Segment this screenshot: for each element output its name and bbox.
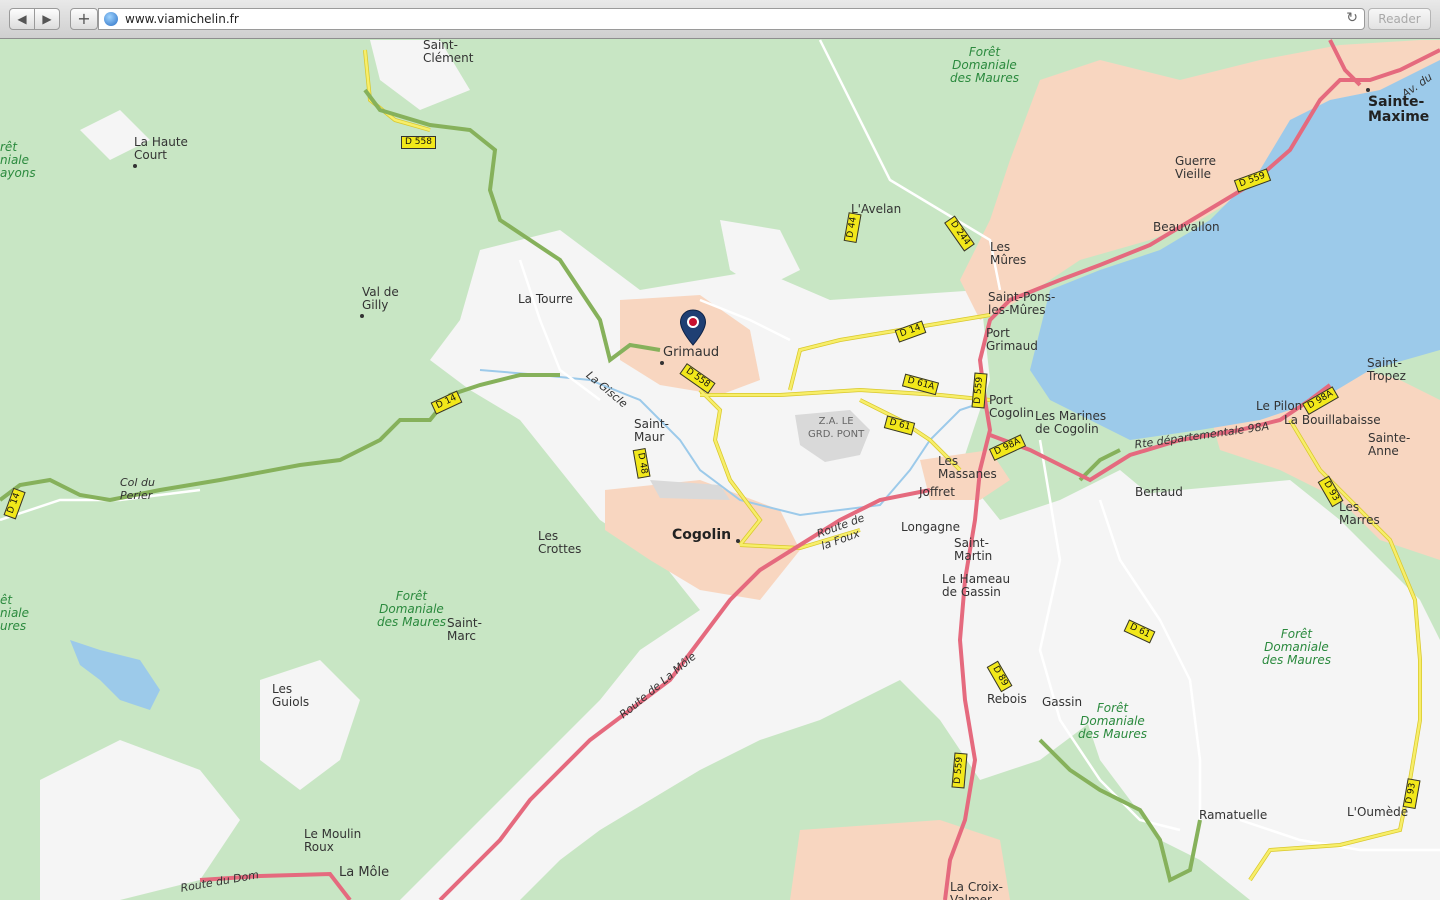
place-label: Joffret [919, 485, 955, 499]
place-label: L'Oumède [1347, 805, 1409, 819]
place-label: Les Massanes [938, 454, 997, 481]
reader-button[interactable]: Reader [1368, 8, 1431, 30]
site-favicon-icon [104, 12, 118, 26]
place-label: Les Mûres [990, 240, 1027, 267]
place-label: Les Marines de Cogolin [1035, 409, 1107, 436]
place-label: Ramatuelle [1199, 808, 1268, 822]
place-label: Les Marres [1339, 500, 1380, 527]
place-label: Saint-Pons- les-Mûres [988, 290, 1056, 317]
place-label: Le Moulin Roux [304, 827, 362, 854]
forest-label: Forêt Domaniale des Maures [1262, 627, 1331, 667]
place-label: Gassin [1042, 695, 1083, 709]
place-label: Val de Gilly [362, 285, 399, 312]
forest-label: Forêt Domaniale des Maures [377, 589, 446, 629]
place-label: Le Pilon [1256, 399, 1303, 413]
place-label: Grimaud [663, 345, 720, 360]
place-label: La Bouillabaisse [1284, 413, 1381, 427]
address-bar[interactable]: www.viamichelin.fr ↻ [98, 8, 1365, 30]
forest-label: rêt niale ayons [0, 140, 36, 180]
forward-button[interactable]: ▶ [34, 8, 60, 30]
forest-label: Forêt Domaniale des Maures [1078, 701, 1147, 741]
reload-icon[interactable]: ↻ [1346, 10, 1358, 26]
pass-label: Col du Perier [120, 476, 155, 502]
place-dot [1366, 88, 1370, 92]
place-label: La Tourre [518, 292, 573, 306]
forest-label: Forêt Domaniale des Maures [950, 45, 1019, 85]
place-label: Les Crottes [538, 529, 582, 556]
place-dot [660, 361, 664, 365]
place-label: Longagne [901, 520, 960, 534]
place-label: La Croix- Valmer [950, 880, 1004, 900]
map-pin-icon[interactable] [679, 309, 707, 347]
place-dot [736, 539, 740, 543]
place-label: Les Guiols [272, 682, 310, 709]
town-label: Sainte- Maxime [1368, 94, 1430, 125]
place-label: Guerre Vieille [1175, 154, 1217, 181]
map-canvas[interactable] [0, 39, 1440, 900]
place-label: Rebois [987, 692, 1027, 706]
forest-label: êt niale ures [0, 593, 30, 633]
place-label: Port Grimaud [986, 326, 1038, 353]
place-dot [133, 164, 137, 168]
forward-arrow-icon: ▶ [42, 12, 52, 26]
plus-icon: + [77, 9, 91, 28]
place-label: Beauvallon [1153, 220, 1220, 234]
place-label: Saint- Tropez [1367, 356, 1406, 383]
place-label: Saint- Marc [447, 616, 482, 643]
place-label: Port Cogolin [989, 393, 1034, 420]
place-label: Saint- Maur [634, 417, 669, 444]
place-label: Bertaud [1135, 485, 1183, 499]
place-label: La Môle [339, 865, 390, 880]
browser-toolbar: ◀ ▶ + www.viamichelin.fr ↻ Reader [0, 0, 1440, 39]
add-bookmark-button[interactable]: + [70, 8, 98, 30]
place-label: La Haute Court [134, 135, 188, 162]
town-label: Cogolin [672, 527, 732, 543]
back-button[interactable]: ◀ [9, 8, 35, 30]
map-view[interactable]: Saint- Clément La Haute Court rêt niale … [0, 39, 1440, 900]
place-label: Saint- Clément [423, 39, 474, 65]
place-label: Sainte- Anne [1368, 431, 1411, 458]
url-text[interactable]: www.viamichelin.fr [125, 12, 239, 26]
zone-label: Z.A. LE GRD. PONT [808, 416, 865, 440]
road-shield: D 558 [401, 136, 436, 149]
place-dot [360, 314, 364, 318]
place-label: Le Hameau de Gassin [942, 572, 1011, 599]
place-label: Saint- Martin [954, 536, 993, 563]
back-arrow-icon: ◀ [17, 12, 27, 26]
